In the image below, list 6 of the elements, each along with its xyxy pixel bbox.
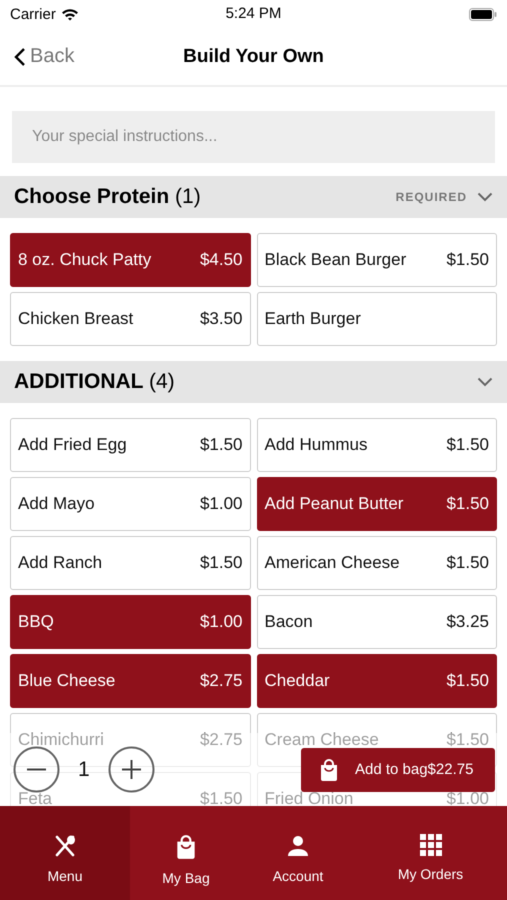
section-title: ADDITIONAL (4) <box>14 370 176 394</box>
screen-title: Build Your Own <box>183 46 324 66</box>
required-label: REQUIRED <box>396 190 467 204</box>
section-title: Choose Protein (1) <box>14 185 202 209</box>
carrier-label: Carrier <box>10 6 56 22</box>
clock-time: 5:24 PM <box>226 5 282 22</box>
